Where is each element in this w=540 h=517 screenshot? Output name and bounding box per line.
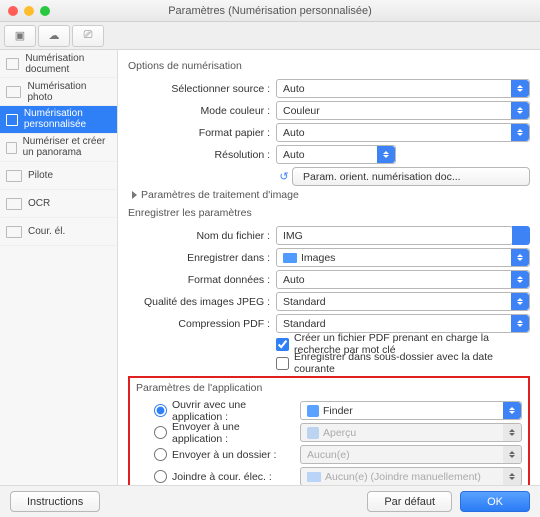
photo-icon <box>6 86 21 98</box>
footer: Instructions Par défaut OK <box>0 485 540 517</box>
attach-email-radio[interactable] <box>154 470 167 483</box>
filename-label: Nom du fichier : <box>128 230 276 242</box>
color-mode-select[interactable]: Couleur <box>276 101 530 120</box>
save-heading: Enregistrer les paramètres <box>128 207 530 219</box>
stitch-icon <box>6 142 17 154</box>
sidebar-item-label: Numérisation photo <box>27 81 111 103</box>
chevron-up-down-icon <box>377 146 395 163</box>
pdf-keyword-checkbox[interactable] <box>276 338 289 351</box>
jpeg-select[interactable]: Standard <box>276 292 530 311</box>
send-to-app-radio[interactable] <box>154 426 167 439</box>
open-with-select[interactable]: Finder <box>300 401 522 420</box>
chevron-up-down-icon <box>511 293 529 310</box>
open-with-app-radio[interactable] <box>154 404 167 417</box>
sidebar: Numérisation document Numérisation photo… <box>0 50 118 485</box>
color-mode-label: Mode couleur : <box>128 105 276 117</box>
filename-field[interactable]: IMG <box>276 226 513 245</box>
sidebar-item-label: OCR <box>28 198 50 209</box>
send-to-app-select: Aperçu <box>300 423 522 442</box>
send-to-folder-select: Aucun(e) <box>300 445 522 464</box>
date-subfolder-label: Enregistrer dans sous-dossier avec la da… <box>294 351 530 375</box>
ocr-icon <box>6 198 22 210</box>
sidebar-item-photo[interactable]: Numérisation photo <box>0 78 117 106</box>
finder-icon <box>307 405 319 417</box>
resolution-select[interactable]: Auto <box>276 145 396 164</box>
email-icon <box>6 226 22 238</box>
custom-icon <box>6 114 18 126</box>
triangle-right-icon <box>132 191 137 199</box>
chevron-up-down-icon <box>503 446 521 463</box>
folder-icon <box>307 472 321 482</box>
chevron-up-down-icon <box>503 424 521 441</box>
chevron-up-down-icon <box>503 468 521 485</box>
defaults-button[interactable]: Par défaut <box>367 491 452 512</box>
chevron-up-down-icon <box>511 271 529 288</box>
jpeg-label: Qualité des images JPEG : <box>128 296 276 308</box>
chevron-up-down-icon <box>511 80 529 97</box>
chevron-up-down-icon <box>511 102 529 119</box>
sidebar-item-stitch[interactable]: Numériser et créer un panorama <box>0 134 117 162</box>
folder-icon <box>283 253 297 263</box>
save-in-select[interactable]: Images <box>276 248 530 267</box>
filename-menu-icon[interactable] <box>512 226 530 245</box>
orientation-settings-button[interactable]: Param. orient. numérisation doc... <box>292 167 530 186</box>
sidebar-item-label: Numérisation personnalisée <box>24 109 111 130</box>
driver-icon <box>6 170 22 182</box>
resolution-label: Résolution : <box>128 149 276 161</box>
window-title: Paramètres (Numérisation personnalisée) <box>0 5 540 17</box>
reset-orientation-icon[interactable]: ↺ <box>276 170 292 184</box>
application-settings-highlight: Paramètres de l'application Ouvrir avec … <box>128 376 530 485</box>
instructions-button[interactable]: Instructions <box>10 491 100 512</box>
format-select[interactable]: Auto <box>276 270 530 289</box>
toolbar: ▣ ☁ ⎚ <box>0 22 540 50</box>
app-heading: Paramètres de l'application <box>136 382 522 394</box>
paper-label: Format papier : <box>128 127 276 139</box>
format-label: Format données : <box>128 274 276 286</box>
source-label: Sélectionner source : <box>128 83 276 95</box>
sidebar-item-label: Pilote <box>28 170 53 181</box>
chevron-up-down-icon <box>511 124 529 141</box>
sidebar-item-email[interactable]: Cour. él. <box>0 218 117 246</box>
image-processing-disclosure[interactable]: Paramètres de traitement d'image <box>132 189 530 201</box>
sidebar-item-ocr[interactable]: OCR <box>0 190 117 218</box>
attach-email-select: Aucun(e) (Joindre manuellement) <box>300 467 522 485</box>
document-icon <box>6 58 19 70</box>
sidebar-item-label: Numériser et créer un panorama <box>23 137 111 158</box>
source-select[interactable]: Auto <box>276 79 530 98</box>
toolbar-scan-from-computer[interactable]: ▣ <box>4 25 36 47</box>
sidebar-item-label: Cour. él. <box>28 226 65 237</box>
send-to-folder-radio[interactable] <box>154 448 167 461</box>
chevron-up-down-icon <box>511 315 529 332</box>
sidebar-item-document[interactable]: Numérisation document <box>0 50 117 78</box>
ok-button[interactable]: OK <box>460 491 530 512</box>
content-pane: Options de numérisation Sélectionner sou… <box>118 50 540 485</box>
toolbar-scan-from-panel[interactable]: ☁ <box>38 25 70 47</box>
preview-icon <box>307 427 319 439</box>
date-subfolder-checkbox[interactable] <box>276 357 289 370</box>
scan-options-heading: Options de numérisation <box>128 60 530 72</box>
pdfc-select[interactable]: Standard <box>276 314 530 333</box>
sidebar-item-custom[interactable]: Numérisation personnalisée <box>0 106 117 134</box>
chevron-up-down-icon <box>503 402 521 419</box>
toolbar-general[interactable]: ⎚ <box>72 25 104 47</box>
sidebar-item-driver[interactable]: Pilote <box>0 162 117 190</box>
save-in-label: Enregistrer dans : <box>128 252 276 264</box>
pdfc-label: Compression PDF : <box>128 318 276 330</box>
chevron-up-down-icon <box>511 249 529 266</box>
titlebar: Paramètres (Numérisation personnalisée) <box>0 0 540 22</box>
sidebar-item-label: Numérisation document <box>25 53 111 75</box>
paper-select[interactable]: Auto <box>276 123 530 142</box>
